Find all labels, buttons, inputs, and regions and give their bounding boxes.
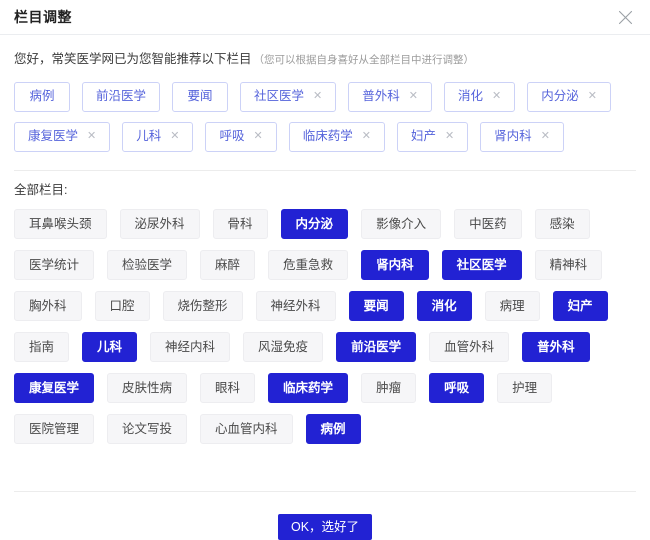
selected-chip-label: 内分泌	[541, 89, 579, 104]
selected-chip[interactable]: 妇产 ✕	[396, 121, 469, 152]
column-tag[interactable]: 风湿免疫	[243, 332, 324, 363]
column-tag[interactable]: 泌尿外科	[119, 209, 200, 240]
intro-hint: （您可以根据自身喜好从全部栏目中进行调整）	[253, 54, 475, 66]
selected-chip[interactable]: 内分泌 ✕	[527, 81, 611, 112]
column-tag[interactable]: 医院管理	[14, 414, 95, 445]
column-tag[interactable]: 胸外科	[14, 291, 82, 322]
column-tag[interactable]: 口腔	[94, 291, 150, 322]
column-tag[interactable]: 心血管内科	[200, 414, 293, 445]
column-tag[interactable]: 检验医学	[107, 250, 188, 281]
column-tag-selected[interactable]: 前沿医学	[336, 332, 417, 363]
remove-chip-icon[interactable]: ✕	[588, 91, 597, 102]
remove-chip-icon[interactable]: ✕	[445, 131, 454, 142]
remove-chip-icon[interactable]: ✕	[541, 131, 550, 142]
column-tag[interactable]: 危重急救	[268, 250, 349, 281]
selected-chip[interactable]: 康复医学 ✕	[14, 121, 111, 152]
column-tag[interactable]: 麻醉	[200, 250, 256, 281]
selected-chip-label: 呼吸	[219, 129, 245, 144]
all-columns-label: 全部栏目:	[14, 182, 68, 197]
column-tag-selected[interactable]: 内分泌	[280, 209, 349, 240]
selected-chip-label: 病例	[29, 89, 55, 104]
dialog-header: 栏目调整	[0, 0, 650, 35]
selected-chip[interactable]: 社区医学 ✕	[240, 81, 337, 112]
column-tag[interactable]: 耳鼻喉头颈	[14, 209, 107, 240]
selected-chip-label: 妇产	[410, 129, 436, 144]
remove-chip-icon[interactable]: ✕	[313, 91, 322, 102]
section-divider	[14, 169, 636, 171]
selected-chip-label: 儿科	[136, 129, 162, 144]
selected-chip[interactable]: 肾内科 ✕	[480, 121, 564, 152]
column-tag-selected[interactable]: 呼吸	[429, 373, 485, 404]
column-tag[interactable]: 肿瘤	[361, 373, 417, 404]
column-tag-selected[interactable]: 肾内科	[361, 250, 429, 281]
column-tag-selected[interactable]: 康复医学	[14, 373, 95, 404]
selected-chip-label: 前沿医学	[96, 89, 147, 104]
column-tag-selected[interactable]: 消化	[416, 291, 472, 322]
selected-chip-label: 肾内科	[494, 129, 532, 144]
remove-chip-icon[interactable]: ✕	[170, 131, 179, 142]
selected-chip-list: 病例 前沿医学 要闻 社区医学 ✕ 普外科 ✕ 消化 ✕ 内分泌 ✕ 康复医学 ✕ 儿科 ✕ 呼吸 ✕ 临床药学 ✕…	[14, 81, 636, 152]
column-tag[interactable]: 病理	[484, 291, 540, 322]
column-tag[interactable]: 论文写投	[107, 414, 188, 445]
selected-chip[interactable]: 病例	[14, 81, 70, 112]
column-adjust-dialog: 栏目调整 您好，常笑医学网已为您智能推荐以下栏目 （您可以根据自身喜好从全部栏目中…	[0, 0, 650, 540]
remove-chip-icon[interactable]: ✕	[253, 131, 262, 142]
selected-chip-label: 消化	[457, 89, 483, 104]
intro-text: 您好，常笑医学网已为您智能推荐以下栏目 （您可以根据自身喜好从全部栏目中进行调整）	[14, 51, 636, 68]
column-tag-selected[interactable]: 要闻	[348, 291, 404, 322]
remove-chip-icon[interactable]: ✕	[492, 91, 501, 102]
selected-chip[interactable]: 前沿医学	[82, 81, 161, 112]
selected-chip-label: 临床药学	[302, 129, 353, 144]
column-tag-selected[interactable]: 儿科	[82, 332, 138, 363]
selected-chip[interactable]: 儿科 ✕	[122, 121, 194, 152]
column-tag[interactable]: 影像介入	[361, 209, 442, 240]
dialog-body: 您好，常笑医学网已为您智能推荐以下栏目 （您可以根据自身喜好从全部栏目中进行调整）…	[0, 35, 650, 491]
all-columns-tag-list: 耳鼻喉头颈 泌尿外科 骨科 内分泌 影像介入 中医药 感染医学统计 检验医学 麻醉 危重急救 肾内科…	[14, 209, 636, 445]
selected-chip-label: 普外科	[362, 89, 400, 104]
intro-main: 您好，常笑医学网已为您智能推荐以下栏目	[14, 52, 252, 66]
selected-chip-label: 康复医学	[28, 129, 79, 144]
selected-chip[interactable]: 普外科 ✕	[348, 81, 432, 112]
column-tag-selected[interactable]: 临床药学	[268, 373, 349, 404]
column-tag[interactable]: 中医药	[454, 209, 522, 240]
selected-chip-label: 社区医学	[254, 89, 305, 104]
column-tag[interactable]: 骨科	[212, 209, 268, 240]
column-tag-selected[interactable]: 普外科	[522, 332, 590, 363]
selected-chip[interactable]: 呼吸 ✕	[205, 121, 277, 152]
column-tag[interactable]: 神经内科	[150, 332, 231, 363]
column-tag[interactable]: 医学统计	[14, 250, 95, 281]
close-icon[interactable]	[614, 6, 636, 28]
column-tag[interactable]: 皮肤性病	[107, 373, 188, 404]
remove-chip-icon[interactable]: ✕	[409, 91, 418, 102]
column-tag[interactable]: 精神科	[534, 250, 603, 281]
selected-chip[interactable]: 消化 ✕	[443, 81, 516, 112]
column-tag[interactable]: 眼科	[200, 373, 256, 404]
selected-chip[interactable]: 临床药学 ✕	[288, 121, 385, 152]
column-tag-selected[interactable]: 妇产	[552, 291, 608, 322]
dialog-footer: OK，选好了	[14, 491, 636, 540]
column-tag[interactable]: 烧伤整形	[162, 291, 243, 322]
column-tag-selected[interactable]: 病例	[305, 414, 361, 445]
column-tag[interactable]: 血管外科	[429, 332, 510, 363]
column-tag[interactable]: 神经外科	[255, 291, 336, 322]
column-tag[interactable]: 指南	[14, 332, 70, 363]
column-tag[interactable]: 感染	[534, 209, 590, 240]
column-tag-selected[interactable]: 社区医学	[441, 250, 522, 281]
remove-chip-icon[interactable]: ✕	[362, 131, 371, 142]
column-tag[interactable]: 护理	[497, 373, 553, 404]
selected-chip-label: 要闻	[187, 89, 213, 104]
dialog-title: 栏目调整	[14, 9, 72, 25]
remove-chip-icon[interactable]: ✕	[87, 131, 96, 142]
confirm-button[interactable]: OK，选好了	[277, 514, 373, 540]
selected-chip[interactable]: 要闻	[172, 81, 229, 112]
